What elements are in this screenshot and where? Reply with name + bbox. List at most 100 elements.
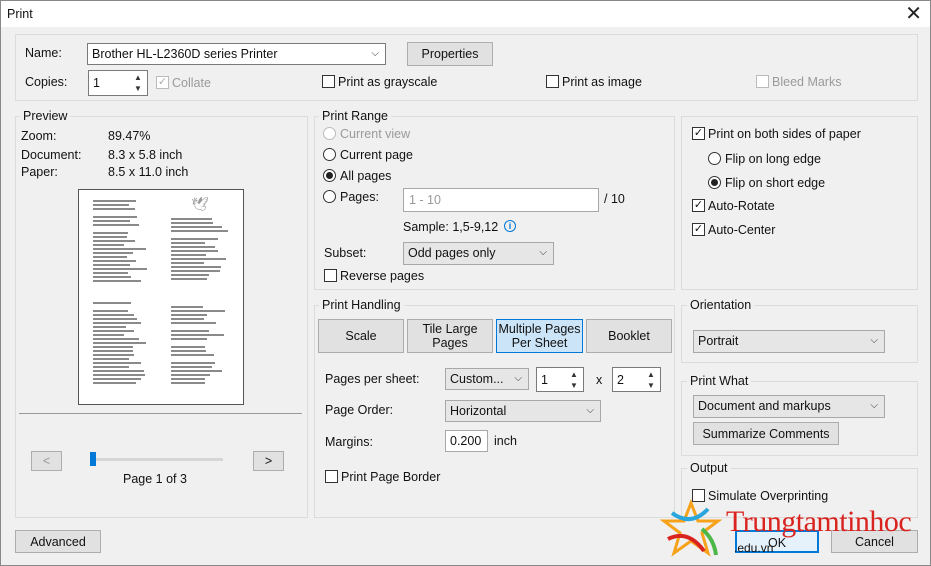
current-view-label: Current view <box>340 127 411 141</box>
previous-page-button[interactable]: < <box>31 451 62 471</box>
page-slider-thumb[interactable] <box>90 452 96 466</box>
page-slider-track[interactable] <box>91 458 223 461</box>
printer-select[interactable]: Brother HL-L2360D series Printer ⌵ <box>87 43 386 65</box>
ok-button[interactable]: OK <box>735 530 819 553</box>
zoom-label: Zoom: <box>21 129 57 143</box>
auto-center-label: Auto-Center <box>708 223 776 237</box>
columns-stepper[interactable]: 1 ▲ ▼ <box>536 367 584 392</box>
printer-select-value: Brother HL-L2360D series Printer <box>92 47 278 61</box>
both-sides-checkbox[interactable]: ✓ <box>692 127 705 140</box>
page-order-value: Horizontal <box>450 404 507 418</box>
next-page-button[interactable]: > <box>253 451 284 471</box>
page-indicator: Page 1 of 3 <box>123 472 187 486</box>
copies-stepper[interactable]: 1 ▲ ▼ <box>88 70 148 96</box>
copies-value: 1 <box>93 76 100 90</box>
preview-text-line <box>171 334 224 336</box>
print-as-image-checkbox[interactable] <box>546 75 559 88</box>
output-title: Output <box>687 461 731 475</box>
tab-tile-large-pages[interactable]: Tile Large Pages <box>407 319 493 353</box>
flip-short-edge-radio[interactable] <box>708 176 721 189</box>
preview-text-line <box>171 230 228 232</box>
document-size-value: 8.3 x 5.8 inch <box>108 148 183 162</box>
pages-per-sheet-value: Custom... <box>450 372 504 386</box>
summarize-comments-button[interactable]: Summarize Comments <box>693 422 839 445</box>
preview-text-line <box>93 204 129 206</box>
preview-text-line <box>93 272 129 274</box>
tab-multiple-pages-per-sheet[interactable]: Multiple Pages Per Sheet <box>496 319 583 353</box>
pages-sample: Sample: 1,5-9,12 <box>403 220 499 234</box>
auto-rotate-checkbox[interactable]: ✓ <box>692 199 705 212</box>
preview-text-line <box>171 330 209 332</box>
bleed-marks-checkbox[interactable] <box>756 75 769 88</box>
spin-up-icon[interactable]: ▲ <box>131 72 145 83</box>
print-what-title: Print What <box>687 374 752 388</box>
all-pages-label: All pages <box>340 169 392 183</box>
pages-radio[interactable] <box>323 190 336 203</box>
grayscale-checkbox[interactable] <box>322 75 335 88</box>
cancel-button[interactable]: Cancel <box>831 530 918 553</box>
spin-down-icon[interactable]: ▼ <box>644 380 658 391</box>
preview-title: Preview <box>20 109 71 123</box>
collate-checkbox[interactable]: ✓ <box>156 76 169 89</box>
advanced-button[interactable]: Advanced <box>15 530 101 553</box>
simulate-overprinting-checkbox[interactable] <box>692 489 705 502</box>
preview-text-line <box>93 260 137 262</box>
simulate-overprinting-label: Simulate Overprinting <box>708 489 829 503</box>
rows-stepper[interactable]: 2 ▲ ▼ <box>612 367 661 392</box>
preview-text-line <box>93 310 129 312</box>
flip-long-edge-radio[interactable] <box>708 152 721 165</box>
preview-text-line <box>93 338 140 340</box>
preview-text-line <box>93 378 141 380</box>
preview-text-line <box>93 346 134 348</box>
spin-down-icon[interactable]: ▼ <box>131 83 145 94</box>
spin-up-icon[interactable]: ▲ <box>567 369 581 380</box>
preview-text-line <box>93 342 146 344</box>
close-icon[interactable]: ✕ <box>905 4 922 24</box>
orientation-value: Portrait <box>698 334 739 348</box>
flip-short-edge-label: Flip on short edge <box>725 176 826 190</box>
reverse-pages-checkbox[interactable] <box>324 269 337 282</box>
preview-divider <box>19 413 302 414</box>
reverse-pages-label: Reverse pages <box>340 269 425 283</box>
preview-text-line <box>171 362 215 364</box>
preview-text-line <box>171 262 204 264</box>
title-bar: Print ✕ <box>1 1 930 27</box>
preview-text-line <box>171 238 219 240</box>
all-pages-radio[interactable] <box>323 169 336 182</box>
current-view-radio[interactable] <box>323 127 336 140</box>
print-what-value: Document and markups <box>698 399 831 413</box>
margins-input[interactable]: 0.200 <box>445 430 488 452</box>
pages-per-sheet-label: Pages per sheet: <box>325 372 420 386</box>
spin-down-icon[interactable]: ▼ <box>567 380 581 391</box>
tab-scale[interactable]: Scale <box>318 319 404 353</box>
properties-button[interactable]: Properties <box>407 42 493 66</box>
info-icon[interactable]: i <box>504 220 516 232</box>
tab-booklet[interactable]: Booklet <box>586 319 672 353</box>
subset-select[interactable]: Odd pages only ⌵ <box>403 242 554 265</box>
preview-text-line <box>171 374 210 376</box>
preview-text-line <box>93 318 138 320</box>
preview-text-line <box>93 244 124 246</box>
preview-text-line <box>171 382 206 384</box>
auto-center-checkbox[interactable]: ✓ <box>692 223 705 236</box>
current-page-radio[interactable] <box>323 148 336 161</box>
spin-up-icon[interactable]: ▲ <box>644 369 658 380</box>
pages-input[interactable]: 1 - 10 <box>403 188 599 212</box>
preview-text-line <box>93 200 137 202</box>
pages-per-sheet-select[interactable]: Custom... ⌵ <box>445 368 529 390</box>
copies-label: Copies: <box>25 75 68 89</box>
page-order-select[interactable]: Horizontal ⌵ <box>445 400 601 422</box>
orientation-select[interactable]: Portrait ⌵ <box>693 330 885 353</box>
print-page-border-checkbox[interactable] <box>325 470 338 483</box>
both-sides-label: Print on both sides of paper <box>708 127 861 141</box>
print-what-select[interactable]: Document and markups ⌵ <box>693 395 885 418</box>
preview-text-line <box>93 322 142 324</box>
chevron-down-icon: ⌵ <box>870 400 878 411</box>
preview-text-line <box>171 354 214 356</box>
chevron-down-icon: ⌵ <box>539 247 547 258</box>
columns-value: 1 <box>541 373 548 387</box>
preview-text-line <box>93 236 127 238</box>
preview-text-line <box>171 322 216 324</box>
preview-text-line <box>93 264 130 266</box>
subset-label: Subset: <box>324 246 367 260</box>
